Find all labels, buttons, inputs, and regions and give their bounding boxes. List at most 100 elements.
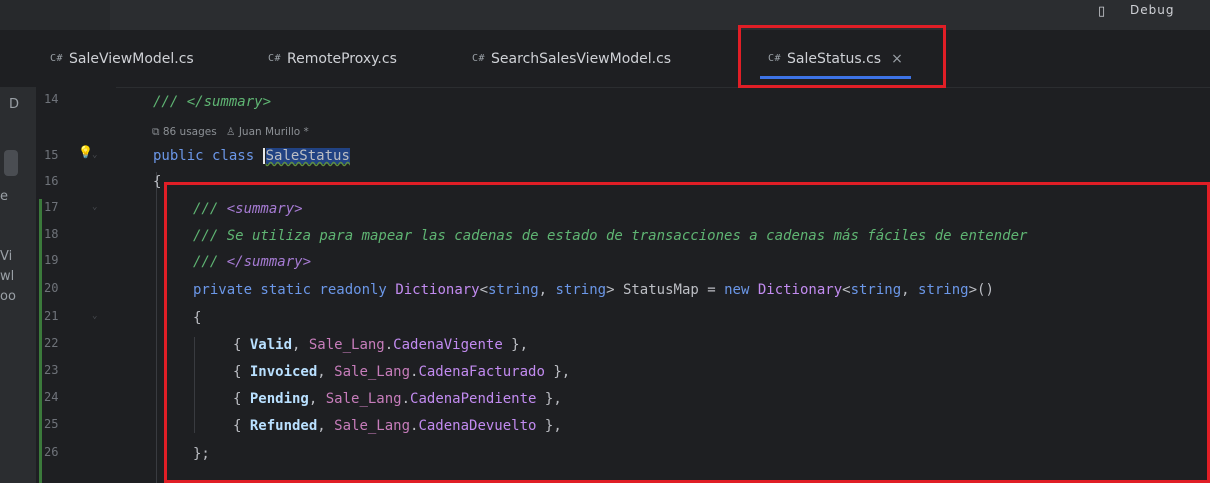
doc-tag: <summary> (226, 201, 303, 217)
type-name: Dictionary (757, 282, 843, 298)
line-number: 21 (44, 309, 59, 323)
entry-prop: CadenaVigente (393, 337, 503, 353)
entry-class: Sale_Lang (334, 418, 411, 434)
line-number: 19 (44, 253, 59, 267)
entry-prop: CadenaDevuelto (418, 418, 537, 434)
code-line-16: { (153, 172, 161, 192)
close-icon[interactable]: × (891, 51, 903, 67)
punct: = (707, 282, 716, 298)
fold-chevron-icon[interactable]: ⌄ (92, 150, 97, 160)
code-line-14: /// </summary> (153, 92, 271, 112)
code-line-25: { Refunded, Sale_Lang.CadenaDevuelto }, (233, 418, 562, 434)
tab-label: SaleStatus.cs (787, 50, 882, 67)
indent-guide (156, 172, 157, 483)
entry-key: Pending (249, 391, 309, 407)
tab-label: SearchSalesViewModel.cs (491, 50, 672, 67)
title-bar-left (0, 0, 110, 30)
entry-class: Sale_Lang (334, 364, 411, 380)
line-number: 22 (44, 336, 59, 350)
code-line-21: { (193, 308, 201, 328)
doc-comment: /// (193, 201, 227, 217)
indent-guide (194, 337, 195, 433)
brace: { (153, 174, 162, 190)
code-editor[interactable]: /// </summary> ⧉ 86 usages ♙ Juan Murill… (116, 87, 1210, 483)
code-line-15: public class SaleStatus (153, 146, 350, 166)
usages-count: 86 usages (162, 126, 217, 138)
doc-comment: /// Se utiliza para mapear las cadenas d… (193, 228, 1028, 244)
doc-comment: /// (193, 254, 227, 270)
line-number: 24 (44, 390, 59, 404)
keyword: string (555, 282, 607, 298)
csharp-file-icon: C# (268, 53, 282, 64)
code-line-20: private static readonly Dictionary<strin… (193, 280, 994, 300)
sidebar-fragment: oo (0, 289, 16, 304)
tab-label: SaleViewModel.cs (69, 50, 194, 67)
text-cursor (262, 148, 265, 164)
punct: , (538, 282, 556, 298)
active-tab-indicator (760, 76, 911, 79)
entry-class: Sale_Lang (325, 391, 402, 407)
sidebar-button[interactable] (4, 150, 18, 176)
tab-label: RemoteProxy.cs (287, 50, 397, 67)
author-name: Juan Murillo * (238, 126, 309, 138)
entry-prop: CadenaFacturado (418, 364, 545, 380)
code-line-17: /// <summary> (193, 199, 303, 219)
keyword: public class (153, 148, 255, 164)
csharp-file-icon: C# (472, 53, 486, 64)
lightbulb-icon[interactable]: 💡 (78, 145, 93, 159)
entry-class: Sale_Lang (308, 337, 385, 353)
tab-salestatus[interactable]: C# SaleStatus.cs × (760, 30, 911, 87)
punct: > (606, 282, 615, 298)
debug-label[interactable]: Debug (1130, 3, 1174, 17)
code-line-26: }; (193, 444, 210, 464)
punct: < (479, 282, 489, 298)
sidebar-fragment: wl (0, 269, 15, 284)
entry-key: Valid (249, 337, 293, 353)
line-number: 14 (44, 92, 59, 106)
brace: { (193, 310, 202, 326)
line-number: 16 (44, 174, 59, 188)
csharp-file-icon: C# (50, 53, 64, 64)
line-number: 20 (44, 281, 59, 295)
line-number-gutter: 14 15 💡 ⌄ 16 17 ⌄ 18 19 20 21 ⌄ 22 23 24… (36, 87, 116, 483)
doc-comment: /// </summary> (153, 94, 272, 110)
class-name[interactable]: SaleStatus (265, 148, 350, 164)
fold-chevron-icon[interactable]: ⌄ (92, 202, 97, 212)
line-number: 18 (44, 227, 59, 241)
tab-remoteproxy[interactable]: C# RemoteProxy.cs (268, 30, 397, 87)
entry-key: Invoiced (249, 364, 318, 380)
entry-prop: CadenaPendiente (410, 391, 537, 407)
tab-saleviewmodel[interactable]: C# SaleViewModel.cs (50, 30, 194, 87)
left-tool-strip: D e Vi wl oo (0, 87, 36, 483)
code-line-22: { Valid, Sale_Lang.CadenaVigente }, (233, 337, 529, 353)
fold-chevron-icon[interactable]: ⌄ (92, 311, 97, 321)
csharp-file-icon: C# (768, 53, 782, 64)
sidebar-fragment: e (0, 189, 8, 204)
doc-tag: </summary> (226, 254, 312, 270)
brace: }; (193, 446, 210, 462)
keyword: string (850, 282, 902, 298)
line-number: 17 (44, 200, 59, 214)
window-control-icon[interactable]: ▯ (1098, 4, 1106, 19)
vcs-change-marker[interactable] (39, 199, 42, 483)
title-bar: ▯ Debug (0, 0, 1210, 30)
code-line-19: /// </summary> (193, 252, 311, 272)
keyword: string (488, 282, 539, 298)
line-number: 23 (44, 363, 59, 377)
tab-searchsalesviewmodel[interactable]: C# SearchSalesViewModel.cs (472, 30, 671, 87)
punct: >() (968, 282, 994, 298)
author-icon: ♙ (226, 126, 239, 138)
punct: , (901, 282, 919, 298)
type-name: Dictionary (395, 282, 480, 298)
code-line-23: { Invoiced, Sale_Lang.CadenaFacturado }, (233, 364, 571, 380)
usages-inlay-hint[interactable]: ⧉ 86 usages ♙ Juan Murillo * (152, 126, 309, 139)
entry-key: Refunded (249, 418, 318, 434)
line-number: 26 (44, 445, 59, 459)
sidebar-fragment: Vi (0, 249, 13, 264)
line-number: 25 (44, 417, 59, 431)
keyword: string (918, 282, 969, 298)
keyword: new (724, 282, 750, 298)
editor-tab-bar: C# SaleViewModel.cs C# RemoteProxy.cs C#… (0, 30, 1210, 88)
code-line-24: { Pending, Sale_Lang.CadenaPendiente }, (233, 391, 562, 407)
field-name: StatusMap (622, 282, 699, 298)
